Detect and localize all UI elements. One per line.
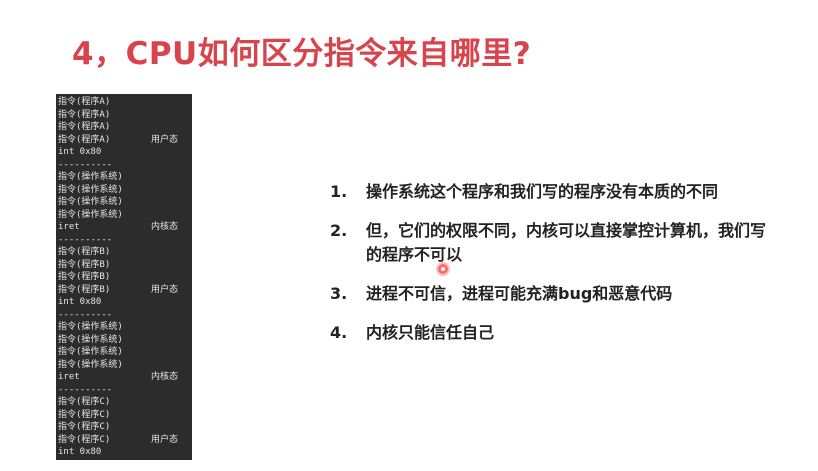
list-item: 2. 但，它们的权限不同，内核可以直接掌控计算机，我们写的程序不可以 xyxy=(330,219,770,267)
pointer-cursor-icon xyxy=(438,264,448,274)
terminal-line-text: 指令(程序C) xyxy=(58,422,111,432)
terminal-line-text: 指令(操作系统) xyxy=(58,172,123,182)
terminal-line: 指令(操作系统) xyxy=(58,196,190,209)
list-number: 3. xyxy=(330,284,348,303)
terminal-line: 指令(程序A) xyxy=(58,109,190,122)
mode-label: 内核态 xyxy=(151,372,179,382)
terminal-line: 指令(操作系统) xyxy=(58,171,190,184)
terminal-line: 指令(操作系统) xyxy=(58,359,190,372)
terminal-line: ---------- xyxy=(58,309,190,322)
terminal-line: int 0x80 xyxy=(58,446,190,459)
terminal-line: 指令(操作系统) xyxy=(58,209,190,222)
mode-label: 用户态 xyxy=(151,434,179,445)
terminal-line-text: int 0x80 xyxy=(58,447,102,457)
terminal-line-text: 指令(操作系统) xyxy=(58,197,123,207)
terminal-line-text: ---------- xyxy=(58,309,113,320)
terminal-line-text: 指令(程序B) xyxy=(58,247,111,257)
terminal-line-text: 指令(程序A) xyxy=(58,97,111,107)
points-list: 1. 操作系统这个程序和我们写的程序没有本质的不同 2. 但，它们的权限不同，内… xyxy=(330,180,770,360)
terminal-line-text: 指令(操作系统) xyxy=(58,359,123,370)
terminal-line-text: ---------- xyxy=(58,234,113,245)
list-text: 操作系统这个程序和我们写的程序没有本质的不同 xyxy=(366,182,719,201)
terminal-line: ---------- xyxy=(58,384,190,397)
terminal-line: 指令(操作系统) xyxy=(58,321,190,334)
terminal-line: 指令(操作系统) xyxy=(58,346,190,359)
terminal-line-text: ---------- xyxy=(58,384,113,395)
terminal-line: 指令(程序A) xyxy=(58,121,190,134)
terminal-line: ---------- xyxy=(58,159,190,172)
terminal-line: 指令(操作系统) xyxy=(58,184,190,197)
terminal-line-text: 指令(程序C) xyxy=(58,409,111,420)
mode-label: 用户态 xyxy=(151,284,179,295)
terminal-line-text: ---------- xyxy=(58,159,113,170)
terminal-line: 指令(程序C) xyxy=(58,396,190,409)
list-number: 2. xyxy=(330,221,348,240)
terminal-line: 指令(程序C) 用户态 xyxy=(58,434,190,447)
terminal-line-text: 指令(程序A) xyxy=(58,122,111,132)
terminal-line-text: 指令(程序B) xyxy=(58,272,111,282)
terminal-line-text: int 0x80 xyxy=(58,147,102,157)
terminal-line: ---------- xyxy=(58,234,190,247)
list-text: 但，它们的权限不同，内核可以直接掌控计算机，我们写的程序不可以 xyxy=(366,221,767,264)
terminal-line: 指令(程序B) xyxy=(58,271,190,284)
list-item: 1. 操作系统这个程序和我们写的程序没有本质的不同 xyxy=(330,180,770,204)
terminal-line-text: 指令(程序A) xyxy=(58,109,111,120)
instruction-terminal: 指令(程序A) 指令(程序A) 指令(程序A) 指令(程序A) 用户态 int 0x80 -… xyxy=(56,94,192,460)
terminal-line-text: 指令(操作系统) xyxy=(58,334,123,345)
list-item: 3. 进程不可信，进程可能充满bug和恶意代码 xyxy=(330,282,770,306)
terminal-line: 指令(程序C) xyxy=(58,421,190,434)
terminal-line-text: 指令(程序B) xyxy=(58,259,111,270)
terminal-line: 指令(操作系统) xyxy=(58,334,190,347)
terminal-line: 指令(程序A) 用户态 xyxy=(58,134,190,147)
terminal-line-text: iret xyxy=(58,372,80,382)
terminal-line-text: 指令(操作系统) xyxy=(58,209,123,220)
terminal-line-text: 指令(操作系统) xyxy=(58,184,123,195)
list-number: 4. xyxy=(330,323,348,342)
terminal-line-text: 指令(程序C) xyxy=(58,434,111,445)
terminal-line: iret 内核态 xyxy=(58,221,190,234)
mode-label: 内核态 xyxy=(151,222,179,232)
terminal-line: 指令(程序B) xyxy=(58,246,190,259)
terminal-line: int 0x80 xyxy=(58,146,190,159)
terminal-line: 指令(程序A) xyxy=(58,96,190,109)
terminal-line-text: iret xyxy=(58,222,80,232)
terminal-line: 指令(程序B) xyxy=(58,259,190,272)
terminal-line-text: 指令(操作系统) xyxy=(58,347,123,357)
mode-label: 用户态 xyxy=(151,134,179,145)
terminal-line: int 0x80 xyxy=(58,296,190,309)
terminal-line: 指令(程序B) 用户态 xyxy=(58,284,190,297)
terminal-line-text: 指令(程序A) xyxy=(58,134,111,145)
list-text: 内核只能信任自己 xyxy=(366,323,495,342)
terminal-line: iret 内核态 xyxy=(58,371,190,384)
terminal-line-text: 指令(程序B) xyxy=(58,284,111,295)
list-number: 1. xyxy=(330,182,348,201)
terminal-line: 指令(程序C) xyxy=(58,409,190,422)
list-item: 4. 内核只能信任自己 xyxy=(330,321,770,345)
terminal-line-text: 指令(程序C) xyxy=(58,397,111,407)
terminal-line-text: 指令(操作系统) xyxy=(58,322,123,332)
list-text: 进程不可信，进程可能充满bug和恶意代码 xyxy=(366,284,673,303)
terminal-line-text: int 0x80 xyxy=(58,297,102,307)
slide-title: 4，CPU如何区分指令来自哪里? xyxy=(72,36,532,72)
